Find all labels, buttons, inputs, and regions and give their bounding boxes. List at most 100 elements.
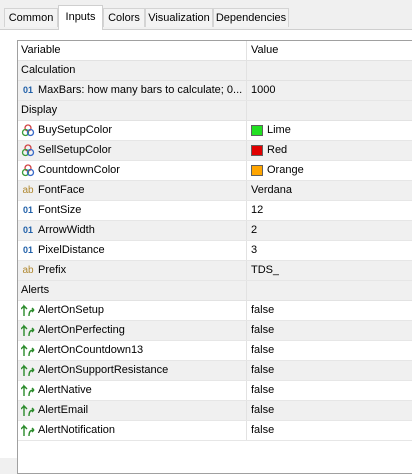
input-label: AlertNotification bbox=[38, 424, 116, 436]
input-label: AlertOnCountdown13 bbox=[38, 344, 144, 356]
input-value: false bbox=[251, 344, 275, 356]
tab-dependencies[interactable]: Dependencies bbox=[213, 8, 289, 27]
input-value-alertoncountdown13[interactable]: false bbox=[247, 341, 412, 360]
color-swatch bbox=[251, 165, 263, 176]
section-calculation: Calculation bbox=[18, 61, 412, 81]
palette-icon bbox=[21, 124, 35, 137]
color-swatch bbox=[251, 145, 263, 156]
bool-icon bbox=[21, 304, 35, 317]
input-row-maxbars[interactable]: 01 MaxBars: how many bars to calculate; 0… bbox=[18, 81, 412, 101]
input-row-prefix[interactable]: ab Prefix TDS_ bbox=[18, 261, 412, 281]
input-value-buysetupcolor[interactable]: Lime bbox=[247, 121, 412, 140]
input-value-pixeldistance[interactable]: 3 bbox=[247, 241, 412, 260]
input-row-fontface[interactable]: ab FontFace Verdana bbox=[18, 181, 412, 201]
input-row-arrowwidth[interactable]: 01 ArrowWidth 2 bbox=[18, 221, 412, 241]
input-label: ArrowWidth bbox=[38, 224, 95, 236]
bool-icon bbox=[21, 404, 35, 417]
input-value: Verdana bbox=[251, 184, 292, 196]
input-label: AlertOnSetup bbox=[38, 304, 105, 316]
column-header-value[interactable]: Value bbox=[247, 41, 412, 60]
input-value: false bbox=[251, 404, 275, 416]
palette-icon bbox=[21, 164, 35, 177]
number-icon: 01 bbox=[22, 225, 33, 235]
input-row-alertonsupportresistance[interactable]: AlertOnSupportResistance false bbox=[18, 361, 412, 381]
bool-icon bbox=[21, 344, 35, 357]
bool-icon bbox=[21, 324, 35, 337]
input-value-prefix[interactable]: TDS_ bbox=[247, 261, 412, 280]
bool-icon bbox=[21, 364, 35, 377]
input-value-alertemail[interactable]: false bbox=[247, 401, 412, 420]
input-label: AlertNative bbox=[38, 384, 92, 396]
bool-icon bbox=[21, 384, 35, 397]
input-label: FontSize bbox=[38, 204, 82, 216]
input-label: BuySetupColor bbox=[38, 124, 112, 136]
input-value-countdowncolor[interactable]: Orange bbox=[247, 161, 412, 180]
input-value-arrowwidth[interactable]: 2 bbox=[247, 221, 412, 240]
input-value-alertonsupportresistance[interactable]: false bbox=[247, 361, 412, 380]
input-value-alertnative[interactable]: false bbox=[247, 381, 412, 400]
input-label: Prefix bbox=[38, 264, 67, 276]
string-icon: ab bbox=[22, 265, 34, 276]
input-value: false bbox=[251, 364, 275, 376]
input-value: false bbox=[251, 384, 275, 396]
palette-icon bbox=[21, 144, 35, 157]
input-row-buysetupcolor[interactable]: BuySetupColor Lime bbox=[18, 121, 412, 141]
input-value-fontsize[interactable]: 12 bbox=[247, 201, 412, 220]
tab-colors[interactable]: Colors bbox=[103, 8, 145, 27]
input-row-alertnative[interactable]: AlertNative false bbox=[18, 381, 412, 401]
input-label: CountdownColor bbox=[38, 164, 120, 176]
input-row-countdowncolor[interactable]: CountdownColor Orange bbox=[18, 161, 412, 181]
input-row-alertnotification[interactable]: AlertNotification false bbox=[18, 421, 412, 441]
input-row-fontsize[interactable]: 01 FontSize 12 bbox=[18, 201, 412, 221]
section-calculation-label: Calculation bbox=[21, 64, 76, 76]
input-label: PixelDistance bbox=[38, 244, 105, 256]
input-value: TDS_ bbox=[251, 264, 280, 276]
input-value: Red bbox=[267, 144, 288, 156]
tab-common[interactable]: Common bbox=[4, 8, 58, 27]
bool-icon bbox=[21, 424, 35, 437]
column-header-variable[interactable]: Variable bbox=[18, 41, 247, 60]
section-display-label: Display bbox=[21, 104, 58, 116]
input-label: FontFace bbox=[38, 184, 85, 196]
input-label: AlertOnPerfecting bbox=[38, 324, 125, 336]
input-row-alertonsetup[interactable]: AlertOnSetup false bbox=[18, 301, 412, 321]
input-value-sellsetupcolor[interactable]: Red bbox=[247, 141, 412, 160]
input-label: AlertEmail bbox=[38, 404, 89, 416]
input-value-fontface[interactable]: Verdana bbox=[247, 181, 412, 200]
input-row-pixeldistance[interactable]: 01 PixelDistance 3 bbox=[18, 241, 412, 261]
tab-bar: Common Inputs Colors Visualization Depen… bbox=[0, 0, 412, 30]
input-value: 12 bbox=[251, 204, 264, 216]
input-value: false bbox=[251, 304, 275, 316]
input-label: AlertOnSupportResistance bbox=[38, 364, 169, 376]
tab-inputs[interactable]: Inputs bbox=[58, 5, 103, 30]
input-value: Orange bbox=[267, 164, 304, 176]
column-variable-label: Variable bbox=[21, 44, 61, 56]
input-row-sellsetupcolor[interactable]: SellSetupColor Red bbox=[18, 141, 412, 161]
input-label: MaxBars: how many bars to calculate; 0..… bbox=[38, 84, 243, 96]
input-value: 3 bbox=[251, 244, 258, 256]
input-value-alertonperfecting[interactable]: false bbox=[247, 321, 412, 340]
input-row-alertonperfecting[interactable]: AlertOnPerfecting false bbox=[18, 321, 412, 341]
input-value-alertonsetup[interactable]: false bbox=[247, 301, 412, 320]
tab-visualization[interactable]: Visualization bbox=[145, 8, 213, 27]
number-icon: 01 bbox=[22, 245, 33, 255]
input-row-alertemail[interactable]: AlertEmail false bbox=[18, 401, 412, 421]
color-swatch bbox=[251, 125, 263, 136]
input-value: false bbox=[251, 424, 275, 436]
section-alerts-label: Alerts bbox=[21, 284, 50, 296]
inputs-grid: Variable Value Calculation 01 MaxBars: ho… bbox=[17, 40, 412, 474]
number-icon: 01 bbox=[22, 205, 33, 215]
input-value: Lime bbox=[267, 124, 291, 136]
column-value-label: Value bbox=[251, 44, 279, 56]
input-value-alertnotification[interactable]: false bbox=[247, 421, 412, 440]
input-label: SellSetupColor bbox=[38, 144, 112, 156]
input-value: 1000 bbox=[251, 84, 276, 96]
section-alerts: Alerts bbox=[18, 281, 412, 301]
input-row-alertoncountdown13[interactable]: AlertOnCountdown13 false bbox=[18, 341, 412, 361]
grid-header: Variable Value bbox=[18, 41, 412, 61]
input-value-maxbars[interactable]: 1000 bbox=[247, 81, 412, 100]
section-display: Display bbox=[18, 101, 412, 121]
string-icon: ab bbox=[22, 185, 34, 196]
input-value: 2 bbox=[251, 224, 258, 236]
number-icon: 01 bbox=[22, 85, 33, 95]
